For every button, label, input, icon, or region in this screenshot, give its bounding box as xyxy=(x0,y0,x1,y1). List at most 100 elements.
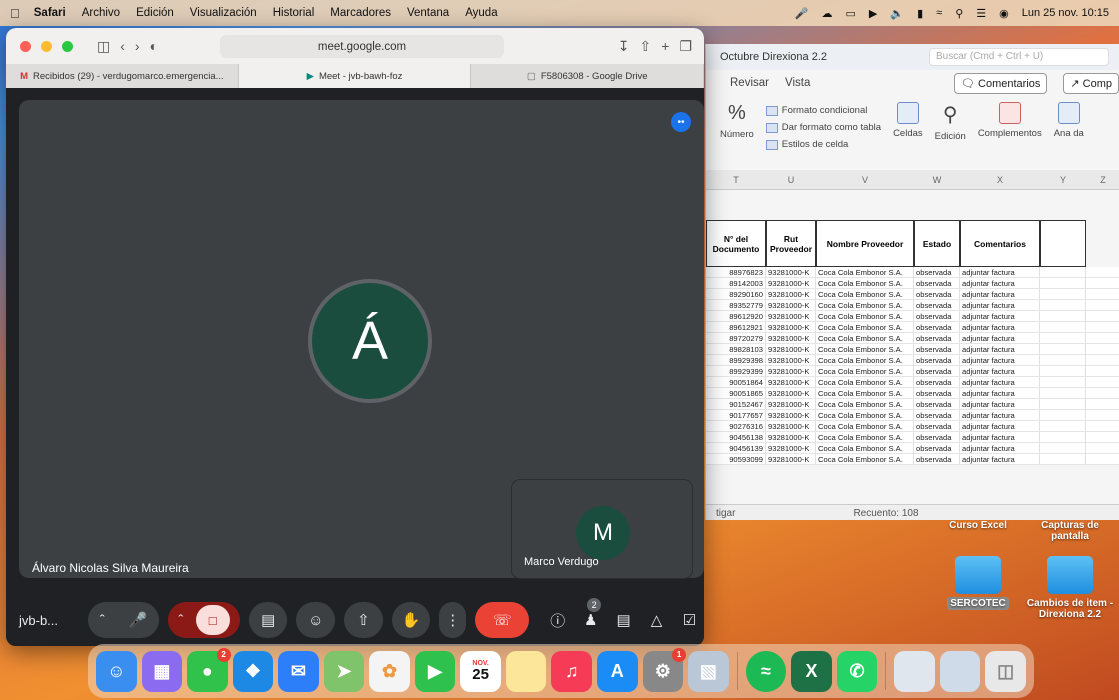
col-header[interactable]: V xyxy=(816,170,914,189)
present-button[interactable]: ⇧ xyxy=(344,602,383,638)
addins-button[interactable]: Complementos xyxy=(978,102,1042,139)
table-cell[interactable]: adjuntar factura xyxy=(960,399,1040,409)
table-cell[interactable]: adjuntar factura xyxy=(960,366,1040,376)
table-cell[interactable]: observada xyxy=(914,432,960,442)
table-cell[interactable]: 90051864 xyxy=(706,377,766,387)
desktop-folder-cambios[interactable]: Cambios de item - Direxiona 2.2 xyxy=(1024,556,1116,620)
analyze-button[interactable]: Ana da xyxy=(1054,102,1084,139)
table-cell[interactable]: adjuntar factura xyxy=(960,432,1040,442)
table-cell[interactable]: observada xyxy=(914,388,960,398)
table-cell[interactable]: adjuntar factura xyxy=(960,355,1040,365)
table-cell[interactable]: Coca Cola Embonor S.A. xyxy=(816,421,914,431)
table-cell[interactable] xyxy=(1040,333,1086,343)
table-cell[interactable] xyxy=(1040,311,1086,321)
leave-call-button[interactable]: ☏ xyxy=(475,602,530,638)
preview-icon[interactable]: ▧ xyxy=(688,650,729,692)
table-cell[interactable] xyxy=(1040,388,1086,398)
shield-icon[interactable]: ◐ xyxy=(150,38,158,54)
spreadsheet-grid[interactable]: T U V W X Y Z N° del Documento Rut Prove… xyxy=(706,170,1119,465)
facetime-icon[interactable]: ▶ xyxy=(414,650,456,692)
table-cell[interactable]: 93281000-K xyxy=(766,388,816,398)
table-row[interactable]: 90177657 93281000-K Coca Cola Embonor S.A.… xyxy=(706,410,1119,421)
table-cell[interactable]: observada xyxy=(914,421,960,431)
table-cell[interactable]: 89142003 xyxy=(706,278,766,288)
table-cell[interactable]: Coca Cola Embonor S.A. xyxy=(816,355,914,365)
table-cell[interactable]: observada xyxy=(914,311,960,321)
header-cell[interactable]: Rut Proveedor xyxy=(766,220,816,267)
table-cell[interactable]: Coca Cola Embonor S.A. xyxy=(816,311,914,321)
menu-historial[interactable]: Historial xyxy=(273,7,315,19)
table-cell[interactable]: observada xyxy=(914,278,960,288)
table-row[interactable]: 89142003 93281000-K Coca Cola Embonor S.A.… xyxy=(706,278,1119,289)
table-cell[interactable] xyxy=(1040,267,1086,277)
table-cell[interactable]: Coca Cola Embonor S.A. xyxy=(816,377,914,387)
table-cell[interactable]: Coca Cola Embonor S.A. xyxy=(816,366,914,376)
tab-revisar[interactable]: Revisar xyxy=(730,77,769,89)
mail-icon[interactable]: ✉ xyxy=(278,650,319,692)
table-cell[interactable]: 90456138 xyxy=(706,432,766,442)
sidebar-icon[interactable]: ◫ xyxy=(97,38,110,55)
table-cell[interactable]: 93281000-K xyxy=(766,377,816,387)
table-cell[interactable] xyxy=(1040,410,1086,420)
calendar-icon[interactable]: NOV. 25 xyxy=(460,650,501,692)
table-cell[interactable]: adjuntar factura xyxy=(960,377,1040,387)
cell-styles-button[interactable]: Estilos de celda xyxy=(765,136,881,153)
photos-icon[interactable]: ✿ xyxy=(369,650,410,692)
table-cell[interactable] xyxy=(1040,300,1086,310)
table-row[interactable]: 89290160 93281000-K Coca Cola Embonor S.A.… xyxy=(706,289,1119,300)
table-cell[interactable]: observada xyxy=(914,322,960,332)
table-cell[interactable]: adjuntar factura xyxy=(960,454,1040,464)
table-cell[interactable]: Coca Cola Embonor S.A. xyxy=(816,443,914,453)
col-header[interactable]: W xyxy=(914,170,960,189)
screen-icon[interactable]: ▭ xyxy=(846,7,856,20)
excel-title[interactable]: Octubre Direxiona 2.2 xyxy=(720,51,827,63)
table-cell[interactable] xyxy=(1040,366,1086,376)
table-cell[interactable]: Coca Cola Embonor S.A. xyxy=(816,333,914,343)
table-cell[interactable]: adjuntar factura xyxy=(960,421,1040,431)
col-header[interactable]: Y xyxy=(1040,170,1086,189)
table-row[interactable]: 90051864 93281000-K Coca Cola Embonor S.A.… xyxy=(706,377,1119,388)
table-cell[interactable]: 93281000-K xyxy=(766,278,816,288)
close-window-button[interactable] xyxy=(20,40,31,52)
table-cell[interactable]: 93281000-K xyxy=(766,355,816,365)
table-cell[interactable]: adjuntar factura xyxy=(960,410,1040,420)
table-cell[interactable] xyxy=(1040,443,1086,453)
header-cell[interactable] xyxy=(1040,220,1086,267)
more-options-button[interactable]: ⋮ xyxy=(439,602,467,638)
table-row[interactable]: 90276316 93281000-K Coca Cola Embonor S.A.… xyxy=(706,421,1119,432)
captions-button[interactable]: ▤ xyxy=(248,602,288,638)
table-cell[interactable]: 89720279 xyxy=(706,333,766,343)
table-row[interactable]: 88976823 93281000-K Coca Cola Embonor S.A.… xyxy=(706,267,1119,278)
raise-hand-button[interactable]: ✋ xyxy=(391,602,431,638)
chat-button[interactable]: ▤ xyxy=(609,602,638,638)
download-icon[interactable]: ↧ xyxy=(618,38,630,55)
table-cell[interactable]: 89612920 xyxy=(706,311,766,321)
table-cell[interactable]: adjuntar factura xyxy=(960,311,1040,321)
table-cell[interactable]: 90152467 xyxy=(706,399,766,409)
table-cell[interactable] xyxy=(1040,278,1086,288)
table-cell[interactable]: Coca Cola Embonor S.A. xyxy=(816,278,914,288)
table-cell[interactable]: Coca Cola Embonor S.A. xyxy=(816,454,914,464)
downloads-stack-icon[interactable] xyxy=(939,650,981,692)
whatsapp-icon[interactable]: ✆ xyxy=(836,650,878,692)
table-row[interactable]: 90593099 93281000-K Coca Cola Embonor S.A.… xyxy=(706,454,1119,465)
excel-icon[interactable]: X xyxy=(791,650,832,692)
table-cell[interactable]: Coca Cola Embonor S.A. xyxy=(816,267,914,277)
messages-icon[interactable]: ● 2 xyxy=(187,647,231,692)
wifi-icon[interactable]: ≈ xyxy=(936,7,942,19)
table-cell[interactable]: 93281000-K xyxy=(766,399,816,409)
col-header[interactable]: X xyxy=(960,170,1040,189)
table-row[interactable]: 90152467 93281000-K Coca Cola Embonor S.A.… xyxy=(706,399,1119,410)
menu-ayuda[interactable]: Ayuda xyxy=(465,7,497,19)
music-icon[interactable]: ♫ xyxy=(551,650,593,692)
table-cell[interactable]: adjuntar factura xyxy=(960,289,1040,299)
table-cell[interactable]: 93281000-K xyxy=(766,322,816,332)
host-controls-button[interactable]: ☑ xyxy=(675,602,704,638)
tab-vista[interactable]: Vista xyxy=(785,77,810,89)
table-cell[interactable]: 93281000-K xyxy=(766,311,816,321)
table-cell[interactable]: adjuntar factura xyxy=(960,333,1040,343)
new-tab-icon[interactable]: + xyxy=(661,38,669,54)
launchpad-icon[interactable]: ▦ xyxy=(141,650,183,692)
table-cell[interactable]: 90593099 xyxy=(706,454,766,464)
table-cell[interactable]: observada xyxy=(914,289,960,299)
